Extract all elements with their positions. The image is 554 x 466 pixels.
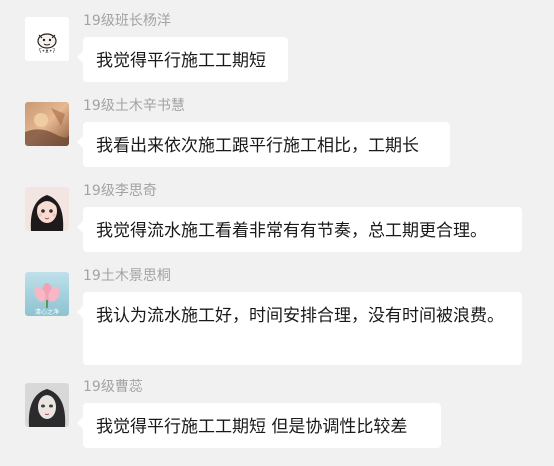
sender-name: 19土木景思桐: [83, 268, 171, 284]
sender-name: 19级班长杨洋: [83, 13, 171, 29]
message-bubble[interactable]: 我认为流水施工好，时间安排合理，没有时间被浪费。: [77, 292, 522, 365]
anime-girl-avatar[interactable]: [25, 187, 69, 231]
message-item: 19级曹蕊 我觉得平行施工工期短 但是协调性比较差: [0, 378, 554, 452]
girl-portrait-avatar[interactable]: [25, 383, 69, 427]
message-text: 我认为流水施工好，时间安排合理，没有时间被浪费。: [96, 306, 504, 326]
message-bubble[interactable]: 我觉得流水施工看着非常有有节奏，总工期更合理。: [77, 207, 522, 252]
message-item: 清心之净 19土木景思桐 我认为流水施工好，时间安排合理，没有时间被浪费。: [0, 267, 554, 369]
message-text: 我看出来依次施工跟平行施工相比，工期长: [96, 136, 419, 156]
sender-name: 19级李思奇: [83, 183, 157, 199]
lotus-avatar[interactable]: 清心之净: [25, 272, 69, 316]
sender-name: 19级土木辛书慧: [83, 98, 185, 114]
message-text: 我觉得平行施工工期短: [96, 51, 266, 71]
sunset-avatar[interactable]: [25, 102, 69, 146]
message-bubble[interactable]: 我觉得平行施工工期短: [77, 37, 288, 82]
message-item: ʕ•ᴥ•ʔ 19级班长杨洋 我觉得平行施工工期短: [0, 12, 554, 86]
message-text: 我觉得平行施工工期短 但是协调性比较差: [96, 417, 408, 437]
message-bubble[interactable]: 我觉得平行施工工期短 但是协调性比较差: [77, 403, 441, 448]
svg-text:ʕ•ᴥ•ʔ: ʕ•ᴥ•ʔ: [39, 48, 56, 55]
message-item: 19级李思奇 我觉得流水施工看着非常有有节奏，总工期更合理。: [0, 182, 554, 256]
cartoon-face-avatar[interactable]: ʕ•ᴥ•ʔ: [25, 17, 69, 61]
sender-name: 19级曹蕊: [83, 379, 143, 395]
message-bubble[interactable]: 我看出来依次施工跟平行施工相比，工期长: [77, 122, 450, 167]
message-item: 19级土木辛书慧 我看出来依次施工跟平行施工相比，工期长: [0, 97, 554, 171]
message-text: 我觉得流水施工看着非常有有节奏，总工期更合理。: [96, 221, 487, 241]
avatar-caption: 清心之净: [35, 308, 59, 316]
